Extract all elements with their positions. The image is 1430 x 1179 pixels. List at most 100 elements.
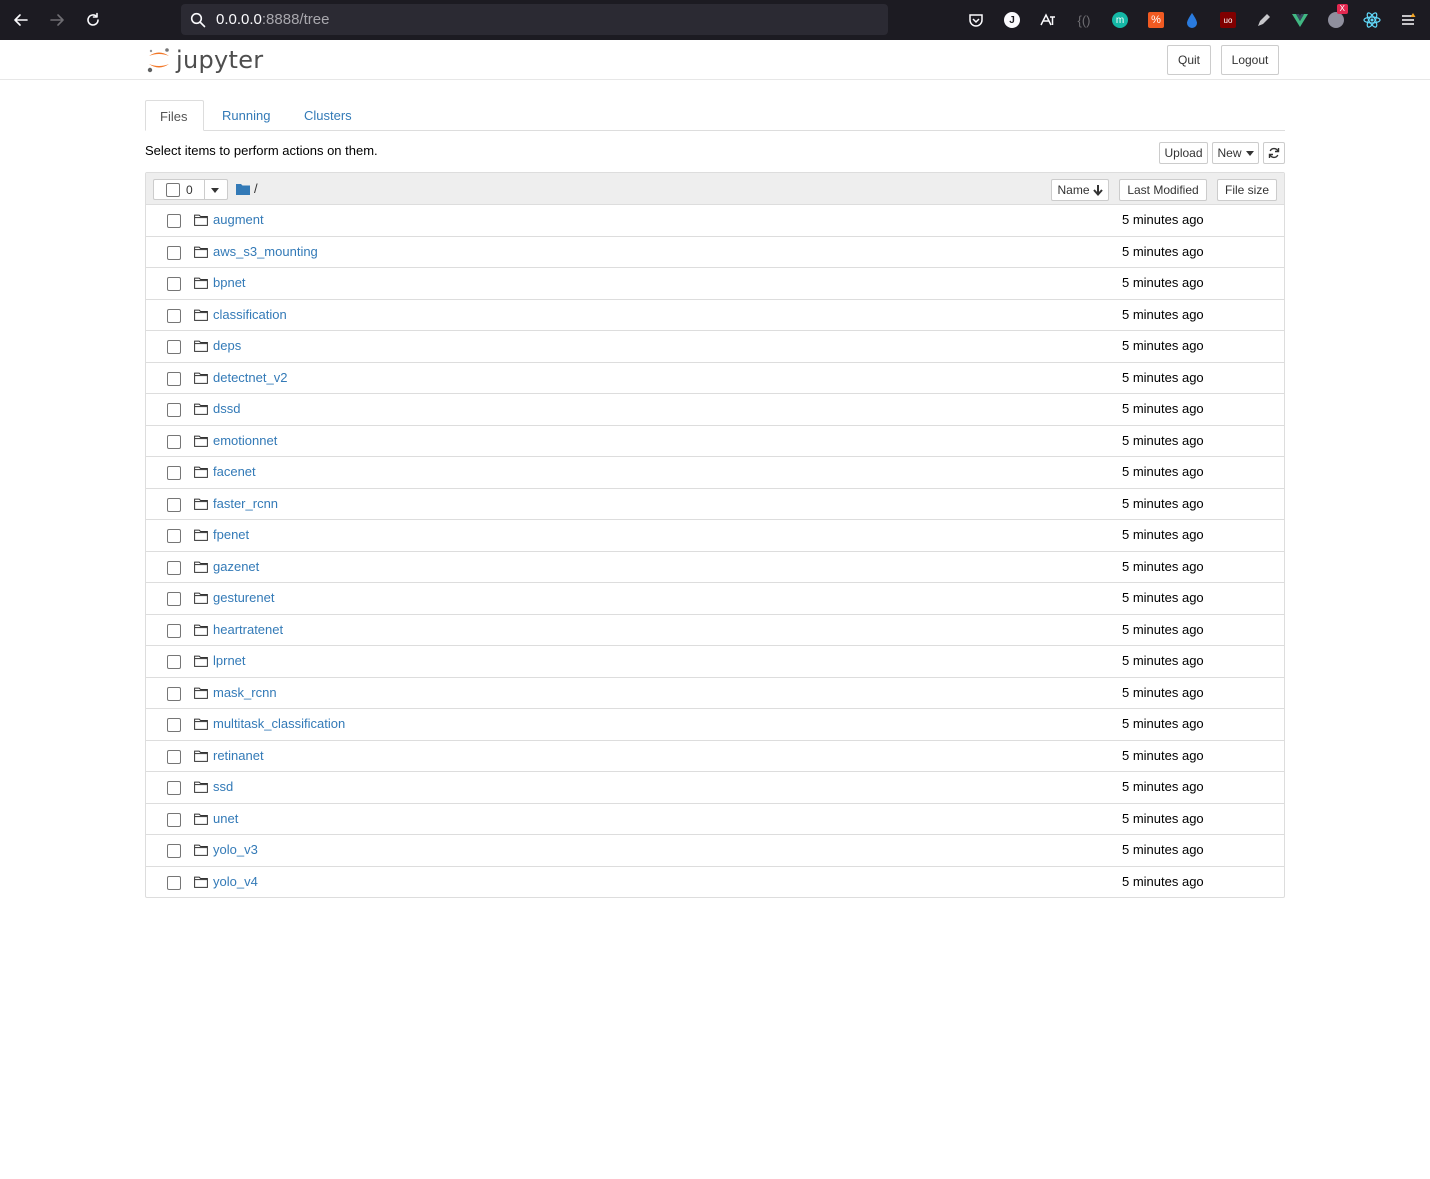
file-name-link[interactable]: multitask_classification [213,716,345,731]
row-checkbox[interactable] [167,686,181,701]
row-checkbox[interactable] [167,718,181,732]
file-name-link[interactable]: emotionnet [213,433,277,448]
file-name-link[interactable]: fpenet [213,527,249,542]
tab-clusters[interactable]: Clusters [290,100,366,131]
tab-files[interactable]: Files [145,100,204,131]
row-checkbox[interactable] [167,403,181,417]
file-row[interactable]: mask_rcnn 5 minutes ago [146,678,1284,709]
file-row[interactable]: bpnet 5 minutes ago [146,268,1284,300]
select-all-dropdown[interactable]: 0 [153,179,228,200]
file-name-link[interactable]: classification [213,307,287,322]
caret-down-icon[interactable] [211,188,219,193]
file-name-link[interactable]: bpnet [213,275,246,290]
sort-file-size-button[interactable]: File size [1217,179,1277,201]
file-name-link[interactable]: augment [213,212,264,227]
drop-extension-icon[interactable] [1180,8,1204,32]
file-name-link[interactable]: faster_rcnn [213,496,278,511]
file-row[interactable]: lprnet 5 minutes ago [146,646,1284,678]
file-row[interactable]: deps 5 minutes ago [146,331,1284,363]
file-row[interactable]: retinanet 5 minutes ago [146,741,1284,772]
file-name-link[interactable]: ssd [213,779,233,794]
tab-running[interactable]: Running [208,100,284,131]
m-extension-icon[interactable]: m [1108,8,1132,32]
file-name-link[interactable]: aws_s3_mounting [213,244,318,259]
percent-extension-icon[interactable]: % [1144,8,1168,32]
file-row[interactable]: augment 5 minutes ago [146,205,1284,237]
vue-devtools-icon[interactable] [1288,8,1312,32]
back-button[interactable] [9,8,33,32]
file-name-link[interactable]: unet [213,811,238,826]
sort-last-modified-button[interactable]: Last Modified [1119,179,1207,201]
row-checkbox[interactable] [167,371,181,386]
row-checkbox[interactable] [167,749,181,764]
file-name-link[interactable]: gazenet [213,559,259,574]
file-name-link[interactable]: deps [213,338,241,353]
file-name-link[interactable]: lprnet [213,653,246,668]
file-row[interactable]: ssd 5 minutes ago [146,772,1284,804]
file-row[interactable]: multitask_classification 5 minutes ago [146,709,1284,741]
file-row[interactable]: faster_rcnn 5 minutes ago [146,489,1284,520]
file-row[interactable]: emotionnet 5 minutes ago [146,426,1284,457]
row-checkbox[interactable] [167,560,181,575]
translate-extension-icon[interactable] [1036,8,1060,32]
row-checkbox[interactable] [167,277,181,291]
file-name-link[interactable]: yolo_v4 [213,874,258,889]
file-name-link[interactable]: facenet [213,464,256,479]
file-name-link[interactable]: retinanet [213,748,264,763]
file-row[interactable]: aws_s3_mounting 5 minutes ago [146,237,1284,268]
file-row[interactable]: classification 5 minutes ago [146,300,1284,331]
file-row[interactable]: yolo_v4 5 minutes ago [146,867,1284,899]
menu-icon[interactable] [1396,8,1420,32]
forward-button[interactable] [45,8,69,32]
file-name-link[interactable]: yolo_v3 [213,842,258,857]
sort-name-button[interactable]: Name [1051,179,1109,201]
row-checkbox[interactable] [167,592,181,606]
file-row[interactable]: unet 5 minutes ago [146,804,1284,835]
refresh-button[interactable] [1263,142,1285,164]
row-checkbox[interactable] [167,340,181,354]
row-checkbox[interactable] [167,812,181,827]
file-row[interactable]: fpenet 5 minutes ago [146,520,1284,552]
pocket-icon[interactable] [964,8,988,32]
j-extension-icon[interactable]: J [1000,8,1024,32]
file-name-link[interactable]: mask_rcnn [213,685,277,700]
file-row[interactable]: heartratenet 5 minutes ago [146,615,1284,646]
row-checkbox[interactable] [167,781,181,795]
ublock-icon[interactable]: uo [1216,8,1240,32]
react-devtools-icon[interactable] [1360,8,1384,32]
new-dropdown-button[interactable]: New [1212,142,1259,164]
file-name-link[interactable]: heartratenet [213,622,283,637]
last-modified: 5 minutes ago [1122,842,1204,857]
quit-button[interactable]: Quit [1167,45,1211,75]
upload-button[interactable]: Upload [1159,142,1208,164]
row-checkbox[interactable] [167,308,181,323]
file-name-link[interactable]: detectnet_v2 [213,370,287,385]
file-row[interactable]: gazenet 5 minutes ago [146,552,1284,583]
file-name-link[interactable]: dssd [213,401,240,416]
row-checkbox[interactable] [167,655,181,669]
jupyter-logo[interactable]: jupyter [146,46,263,74]
pencil-extension-icon[interactable] [1252,8,1276,32]
logout-button[interactable]: Logout [1221,45,1279,75]
url-bar[interactable]: 0.0.0.0:8888/tree [181,4,888,35]
reload-button[interactable] [81,8,105,32]
row-checkbox[interactable] [167,466,181,480]
badge-extension-icon[interactable]: X [1324,4,1348,32]
file-name-link[interactable]: gesturenet [213,590,274,605]
row-checkbox[interactable] [167,875,181,890]
row-checkbox[interactable] [167,623,181,638]
file-row[interactable]: yolo_v3 5 minutes ago [146,835,1284,867]
row-checkbox[interactable] [167,497,181,512]
row-checkbox[interactable] [167,529,181,543]
select-all-checkbox[interactable] [166,183,180,197]
file-row[interactable]: dssd 5 minutes ago [146,394,1284,426]
file-row[interactable]: facenet 5 minutes ago [146,457,1284,489]
file-row[interactable]: gesturenet 5 minutes ago [146,583,1284,615]
row-checkbox[interactable] [167,214,181,228]
row-checkbox[interactable] [167,844,181,858]
breadcrumb[interactable]: / [236,181,258,196]
file-row[interactable]: detectnet_v2 5 minutes ago [146,363,1284,394]
braces-extension-icon[interactable]: {() [1072,8,1096,32]
row-checkbox[interactable] [167,434,181,449]
row-checkbox[interactable] [167,245,181,260]
